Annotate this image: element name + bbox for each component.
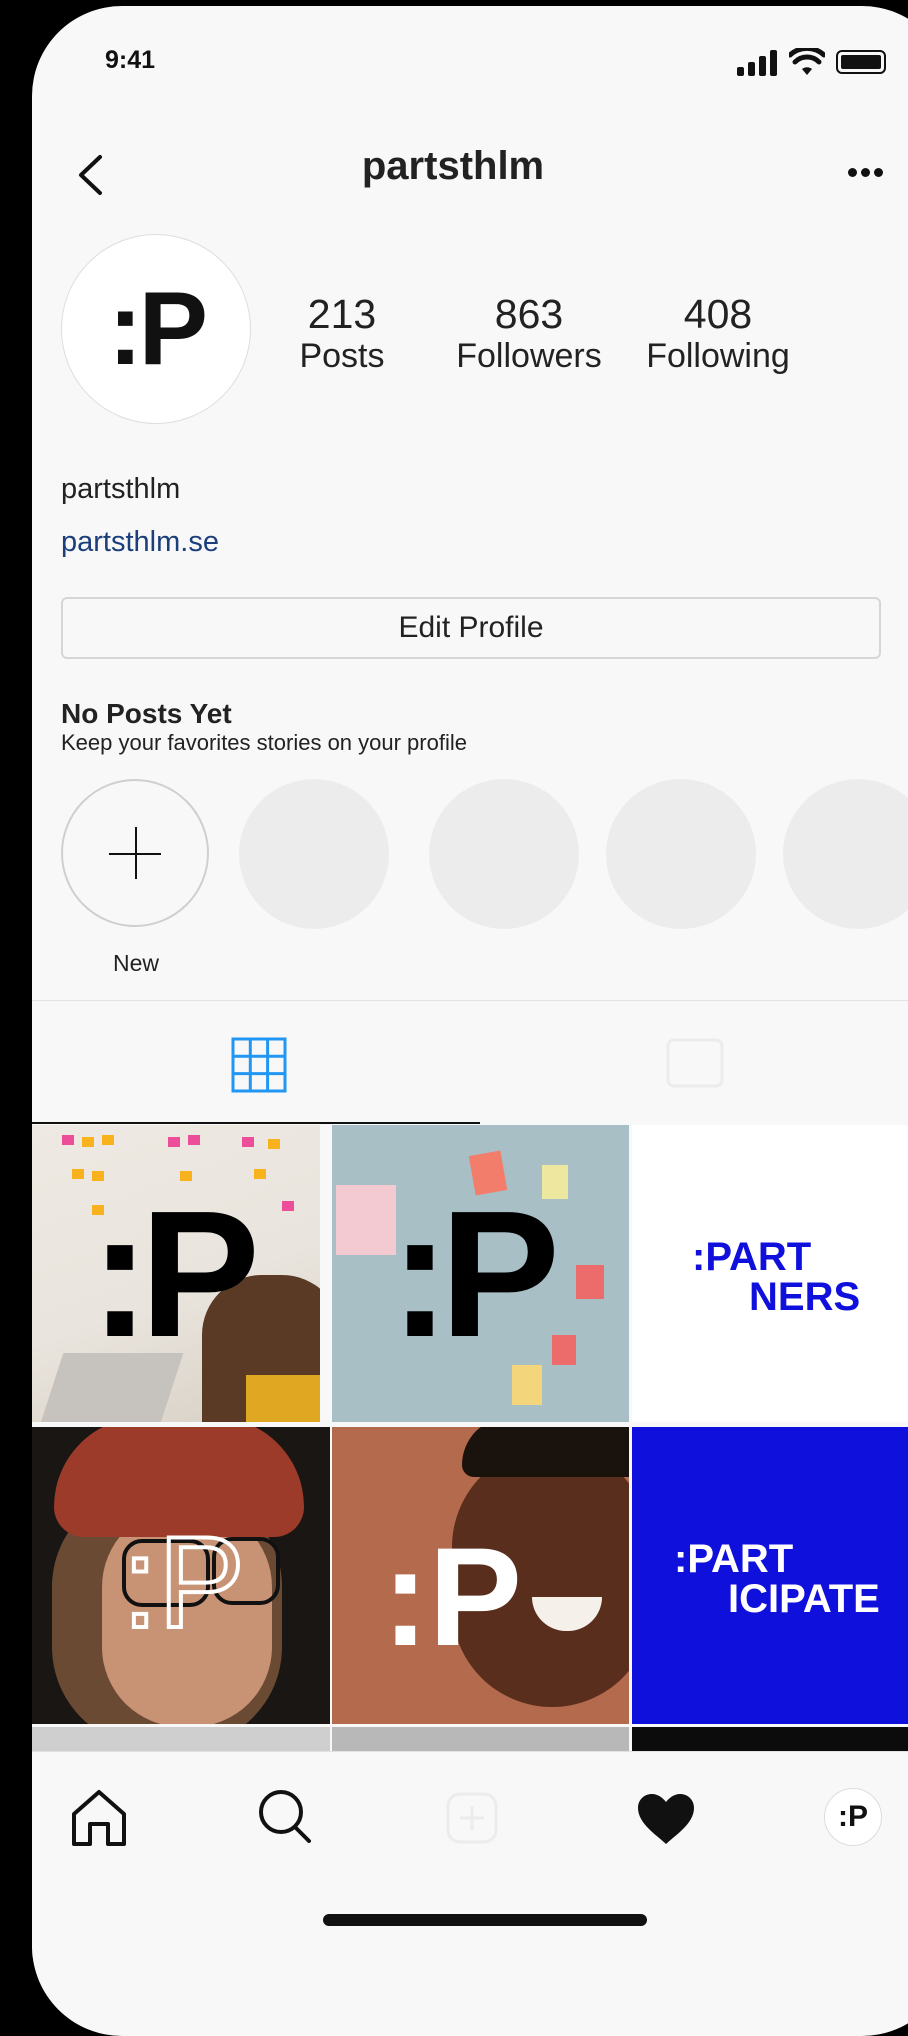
tagged-icon — [666, 1038, 724, 1088]
battery-icon — [836, 50, 886, 74]
website-link[interactable]: partsthlm.se — [61, 526, 219, 559]
profile-name: partsthlm — [61, 473, 181, 505]
tabs-divider — [32, 1000, 908, 1001]
sticky-note — [188, 1135, 200, 1145]
sticky-note — [242, 1137, 254, 1147]
post-logo: :P — [382, 1518, 522, 1675]
stat-number: 213 — [307, 291, 377, 337]
heart-icon[interactable] — [636, 1792, 696, 1846]
avatar-logo: :P — [838, 1800, 868, 1833]
sticky-note — [268, 1139, 280, 1149]
hair — [462, 1427, 629, 1477]
highlights-title: No Posts Yet — [61, 698, 232, 729]
bottom-nav: :P — [32, 1751, 908, 1962]
stat-following[interactable]: 408 Following — [632, 292, 804, 376]
post-text-line: :PART — [674, 1537, 794, 1581]
tab-grid[interactable] — [32, 1002, 480, 1124]
sticky-note — [282, 1201, 294, 1211]
post-text-line: :PART — [692, 1235, 812, 1279]
active-tab-indicator — [32, 1122, 480, 1124]
post-tile[interactable]: :P — [32, 1427, 330, 1724]
post-logo: :P — [390, 1174, 560, 1375]
sticky-note — [552, 1335, 576, 1365]
sticky-note — [254, 1169, 266, 1179]
sticky-note — [168, 1137, 180, 1147]
highlight-placeholder — [783, 779, 908, 929]
profile-avatar-nav[interactable]: :P — [824, 1788, 882, 1846]
new-highlight-button[interactable] — [61, 779, 209, 927]
shirt-pattern — [246, 1375, 320, 1422]
highlights-subtitle: Keep your favorites stories on your prof… — [61, 730, 467, 755]
grid-icon — [231, 1037, 287, 1093]
sticky-note — [62, 1135, 74, 1145]
sticky-note — [82, 1137, 94, 1147]
stat-followers[interactable]: 863 Followers — [444, 292, 614, 376]
home-indicator — [323, 1914, 647, 1926]
home-icon[interactable] — [70, 1788, 128, 1848]
edit-profile-button[interactable]: Edit Profile — [61, 597, 881, 659]
post-text-line: NERS — [749, 1275, 861, 1319]
avatar-logo: :P — [108, 270, 208, 387]
new-post-icon[interactable] — [446, 1792, 498, 1844]
status-time: 9:41 — [105, 46, 156, 74]
post-tile[interactable]: :P — [32, 1125, 320, 1422]
tab-tagged[interactable] — [480, 1002, 908, 1124]
post-text-line: ICIPATE — [728, 1577, 880, 1621]
stat-number: 863 — [494, 291, 564, 337]
signal-icon — [737, 50, 781, 76]
highlight-placeholder — [606, 779, 756, 929]
stat-posts[interactable]: 213 Posts — [257, 292, 427, 376]
post-tile[interactable]: :P — [332, 1125, 629, 1422]
post-tile[interactable]: :PART ICIPATE — [632, 1427, 908, 1724]
plus-icon — [135, 827, 137, 879]
avatar[interactable]: :P — [61, 234, 251, 424]
page-title: partsthlm — [361, 144, 545, 188]
highlight-placeholder — [429, 779, 579, 929]
stat-label: Followers — [456, 337, 602, 375]
sticky-note — [336, 1185, 396, 1255]
post-tile[interactable]: :PART NERS — [632, 1125, 908, 1422]
more-options-icon[interactable] — [848, 168, 884, 178]
phone-screen: 9:41 partsthlm :P 213 Posts 863 Follower… — [32, 6, 908, 2036]
post-tile[interactable]: :P — [332, 1427, 629, 1724]
stat-number: 408 — [683, 291, 753, 337]
new-highlight-label: New — [112, 950, 159, 976]
sticky-note — [72, 1169, 84, 1179]
post-logo: :P — [120, 1509, 247, 1655]
search-icon[interactable] — [257, 1788, 313, 1846]
stat-label: Posts — [299, 337, 385, 375]
wifi-icon — [789, 48, 825, 75]
sticky-note — [102, 1135, 114, 1145]
sticky-note — [576, 1265, 604, 1299]
stat-label: Following — [646, 337, 790, 375]
highlight-placeholder — [239, 779, 389, 929]
post-logo: :P — [90, 1174, 260, 1375]
